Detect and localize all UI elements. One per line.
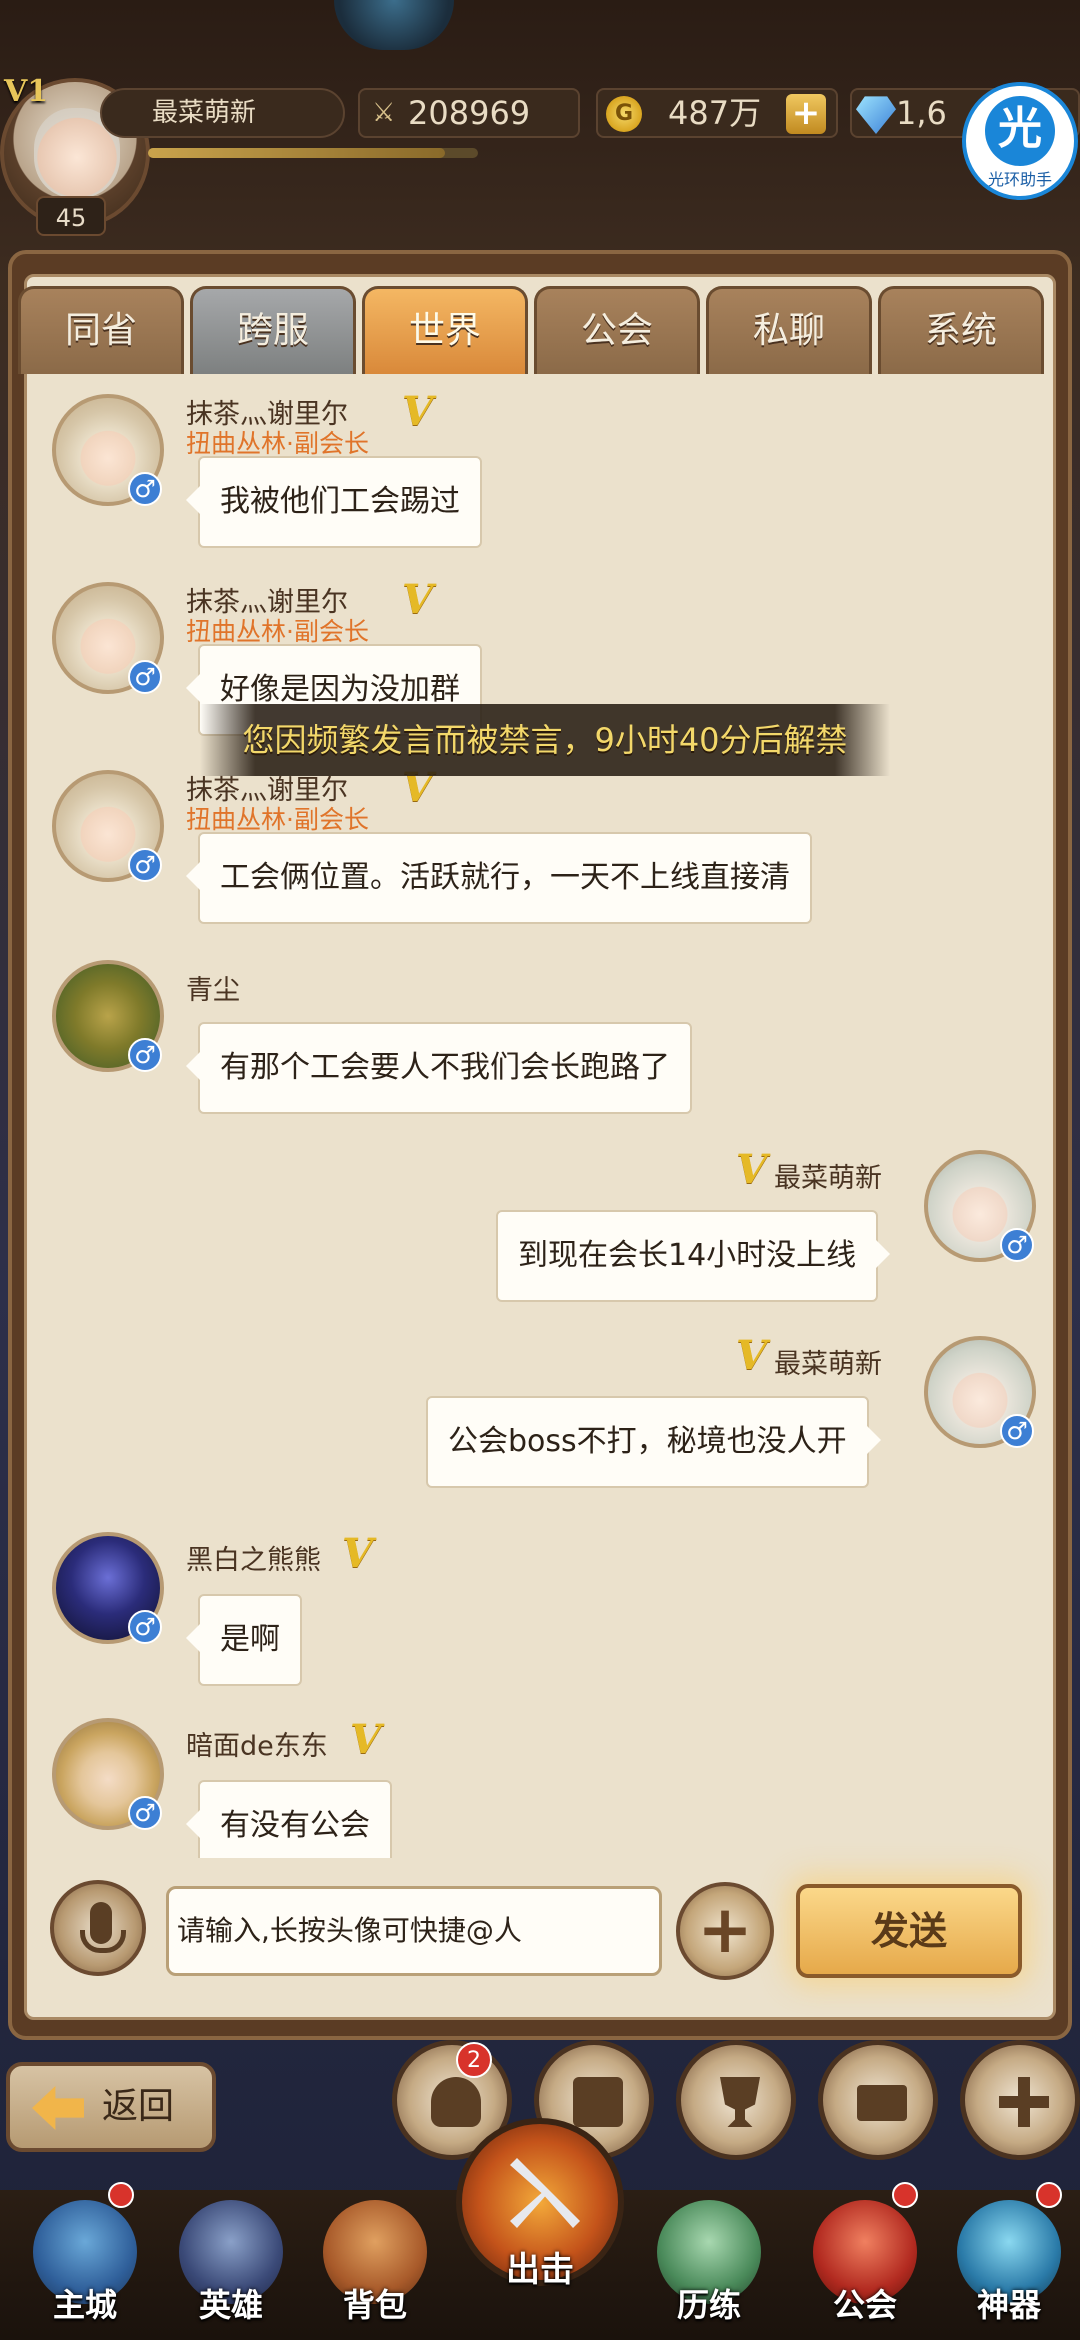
vip-badge-icon: V [350, 1716, 382, 1763]
player-level: 45 [36, 196, 106, 236]
add-attachment-button[interactable]: + [676, 1882, 774, 1980]
male-gender-icon: ♂ [128, 472, 162, 506]
back-arrow-icon [32, 2086, 84, 2130]
tab-private[interactable]: 私聊 [706, 286, 872, 374]
nav-backpack[interactable]: 背包 [310, 2200, 440, 2340]
power-display: ⚔ 208969 [358, 88, 580, 138]
trophy-icon [720, 2077, 760, 2127]
male-gender-icon: ♂ [128, 660, 162, 694]
sender-guild: 扭曲丛林·副会长 [186, 617, 369, 646]
ranking-button[interactable] [676, 2040, 796, 2160]
message-bubble[interactable]: 工会俩位置。活跃就行，一天不上线直接清 [186, 832, 812, 924]
crossed-swords-icon: ⚔ [372, 98, 396, 128]
nav-label: 背包 [342, 2286, 407, 2324]
chat-tabs: 同省 跨服 世界 公会 私聊 系统 [10, 286, 1056, 374]
chat-message: ♂ 抹茶灬谢里尔 V 扭曲丛林·副会长 工会俩位置。活跃就行，一天不上线直接清 [22, 764, 1058, 930]
chat-message-self: V 最菜萌新 ♂ 到现在会长14小时没上线 [22, 1146, 1058, 1310]
nav-main-city[interactable]: 主城 [20, 2200, 150, 2340]
sender-name: 暗面de东东 [186, 1731, 328, 1762]
vip-level: V1 [4, 74, 49, 109]
microphone-icon[interactable] [50, 1880, 146, 1976]
nav-training[interactable]: 历练 [644, 2200, 774, 2340]
male-gender-icon: ♂ [128, 848, 162, 882]
notepad-icon [573, 2077, 623, 2127]
notification-dot [108, 2182, 134, 2208]
nav-label: 公会 [832, 2286, 897, 2324]
chat-message: ♂ 黑白之熊熊 V 是啊 [22, 1530, 1058, 1692]
mail-icon [857, 2085, 907, 2121]
nav-label: 英雄 [198, 2286, 263, 2324]
more-button[interactable] [960, 2040, 1080, 2160]
nav-artifact[interactable]: 神器 [944, 2200, 1074, 2340]
message-bubble[interactable]: 有那个工会要人不我们会长跑路了 [186, 1022, 692, 1114]
tab-guild[interactable]: 公会 [534, 286, 700, 374]
sender-name: 青尘 [186, 975, 240, 1006]
top-emblem-icon [334, 0, 454, 50]
player-name: 最菜萌新 [100, 88, 345, 138]
male-gender-icon: ♂ [128, 1038, 162, 1072]
tab-cross-server[interactable]: 跨服 [190, 286, 356, 374]
chat-message-list[interactable]: ♂ 抹茶灬谢里尔 V 扭曲丛林·副会长 我被他们工会踢过 ♂ 抹茶灬谢里尔 V … [22, 364, 1058, 1858]
chat-input-field[interactable]: 请输入,长按头像可快捷@人 [166, 1886, 662, 1976]
sender-guild: 扭曲丛林·副会长 [186, 429, 369, 458]
sender-guild: 扭曲丛林·副会长 [186, 805, 369, 834]
nav-attack[interactable]: 出击 [456, 2118, 624, 2290]
gold-coin-icon: G [606, 96, 642, 132]
crossed-swords-icon [510, 2158, 580, 2228]
notification-dot [1036, 2182, 1062, 2208]
sender-name: 黑白之熊熊 [186, 1545, 321, 1576]
friends-notification-badge: 2 [456, 2042, 492, 2078]
diamond-icon [856, 96, 896, 134]
mute-notice-toast: 您因频繁发言而被禁言，9小时40分后解禁 [200, 704, 890, 776]
nav-label: 主城 [52, 2286, 117, 2324]
friends-icon [431, 2077, 481, 2127]
plus-icon [999, 2077, 1049, 2127]
send-button[interactable]: 发送 [796, 1884, 1022, 1978]
vip-badge-icon: V [736, 1332, 768, 1379]
notification-dot [892, 2182, 918, 2208]
vip-badge-icon: V [342, 1530, 374, 1577]
male-gender-icon: ♂ [1000, 1228, 1034, 1262]
mail-button[interactable] [818, 2040, 938, 2160]
message-bubble[interactable]: 到现在会长14小时没上线 [496, 1210, 891, 1302]
message-bubble[interactable]: 我被他们工会踢过 [186, 456, 482, 548]
sender-name: 最菜萌新 [774, 1163, 882, 1194]
tab-world[interactable]: 世界 [362, 286, 528, 374]
message-bubble[interactable]: 是啊 [186, 1594, 302, 1686]
nav-label: 出击 [506, 2250, 574, 2290]
message-bubble[interactable]: 公会boss不打，秘境也没人开 [426, 1396, 881, 1488]
male-gender-icon: ♂ [128, 1610, 162, 1644]
top-hud: V1 45 最菜萌新 ⚔ 208969 G 487万 + 1,6 光 光环助手 [0, 0, 1080, 240]
male-gender-icon: ♂ [128, 1796, 162, 1830]
chat-message: ♂ 青尘 有那个工会要人不我们会长跑路了 [22, 960, 1058, 1120]
add-gold-button[interactable]: + [786, 94, 826, 134]
tab-system[interactable]: 系统 [878, 286, 1044, 374]
gem-value: 1,6 [896, 94, 947, 132]
gold-display: G 487万 + [596, 88, 838, 138]
xp-bar-fill [148, 148, 445, 158]
message-bubble[interactable]: 有没有公会 [186, 1780, 392, 1858]
power-value: 208969 [408, 94, 531, 132]
chat-message-self: V 最菜萌新 ♂ 公会boss不打，秘境也没人开 [22, 1332, 1058, 1496]
helper-label: 光环助手 [987, 170, 1052, 189]
back-button[interactable]: 返回 [6, 2062, 216, 2152]
vip-badge-icon: V [736, 1146, 768, 1193]
gold-value: 487万 [668, 94, 762, 132]
helper-logo: 光 [985, 96, 1055, 166]
tab-province[interactable]: 同省 [18, 286, 184, 374]
chat-input-bar: 请输入,长按头像可快捷@人 + 发送 [30, 1870, 1050, 2010]
nav-heroes[interactable]: 英雄 [166, 2200, 296, 2340]
xp-bar [148, 148, 478, 158]
male-gender-icon: ♂ [1000, 1414, 1034, 1448]
chat-message: ♂ 暗面de东东 V 有没有公会 [22, 1716, 1058, 1858]
vip-badge-icon: V [402, 576, 434, 623]
nav-guild[interactable]: 公会 [800, 2200, 930, 2340]
nav-label: 神器 [976, 2286, 1041, 2324]
chat-message: ♂ 抹茶灬谢里尔 V 扭曲丛林·副会长 我被他们工会踢过 [22, 388, 1058, 554]
vip-badge-icon: V [402, 388, 434, 435]
nav-label: 历练 [676, 2286, 741, 2324]
helper-floating-button[interactable]: 光 光环助手 [962, 82, 1078, 200]
sender-name: 最菜萌新 [774, 1349, 882, 1380]
back-label: 返回 [102, 2086, 175, 2127]
